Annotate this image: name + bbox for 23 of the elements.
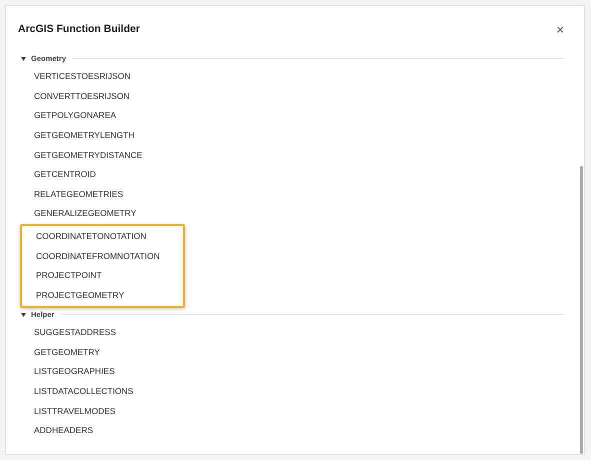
function-item[interactable]: GETPOLYGONAREA [6, 106, 564, 126]
function-item[interactable]: GENERALIZEGEOMETRY [6, 204, 564, 224]
function-item[interactable]: VERTICESTOESRIJSON [6, 66, 564, 86]
function-item[interactable]: PROJECTPOINT [8, 266, 183, 286]
close-button[interactable]: × [556, 23, 564, 36]
function-item[interactable]: GETGEOMETRY [6, 342, 564, 362]
function-item[interactable]: SUGGESTADDRESS [6, 322, 564, 342]
dialog-title: ArcGIS Function Builder [18, 22, 140, 37]
function-item[interactable]: LISTGEOGRAPHIES [6, 362, 564, 382]
function-item[interactable]: CONVERTTOESRIJSON [6, 86, 564, 106]
function-item[interactable]: GETGEOMETRYLENGTH [6, 126, 564, 146]
caret-icon[interactable] [21, 56, 26, 61]
scrollbar-thumb[interactable] [580, 166, 583, 454]
function-item[interactable]: RELATEGEOMETRIES [6, 184, 564, 204]
function-item[interactable]: ADDHEADERS [6, 420, 564, 440]
function-item[interactable]: LISTDATACOLLECTIONS [6, 382, 564, 402]
function-item[interactable]: GETCENTROID [6, 164, 564, 184]
function-item[interactable]: COORDINATEFROMNOTATION [8, 246, 183, 266]
function-item[interactable]: PROJECTGEOMETRY [8, 285, 183, 305]
function-item[interactable]: COORDINATETONOTATION [8, 226, 183, 246]
function-item[interactable]: LISTTRAVELMODES [6, 401, 564, 421]
caret-icon[interactable] [21, 312, 26, 317]
function-item[interactable]: GETGEOMETRYDISTANCE [6, 145, 564, 165]
